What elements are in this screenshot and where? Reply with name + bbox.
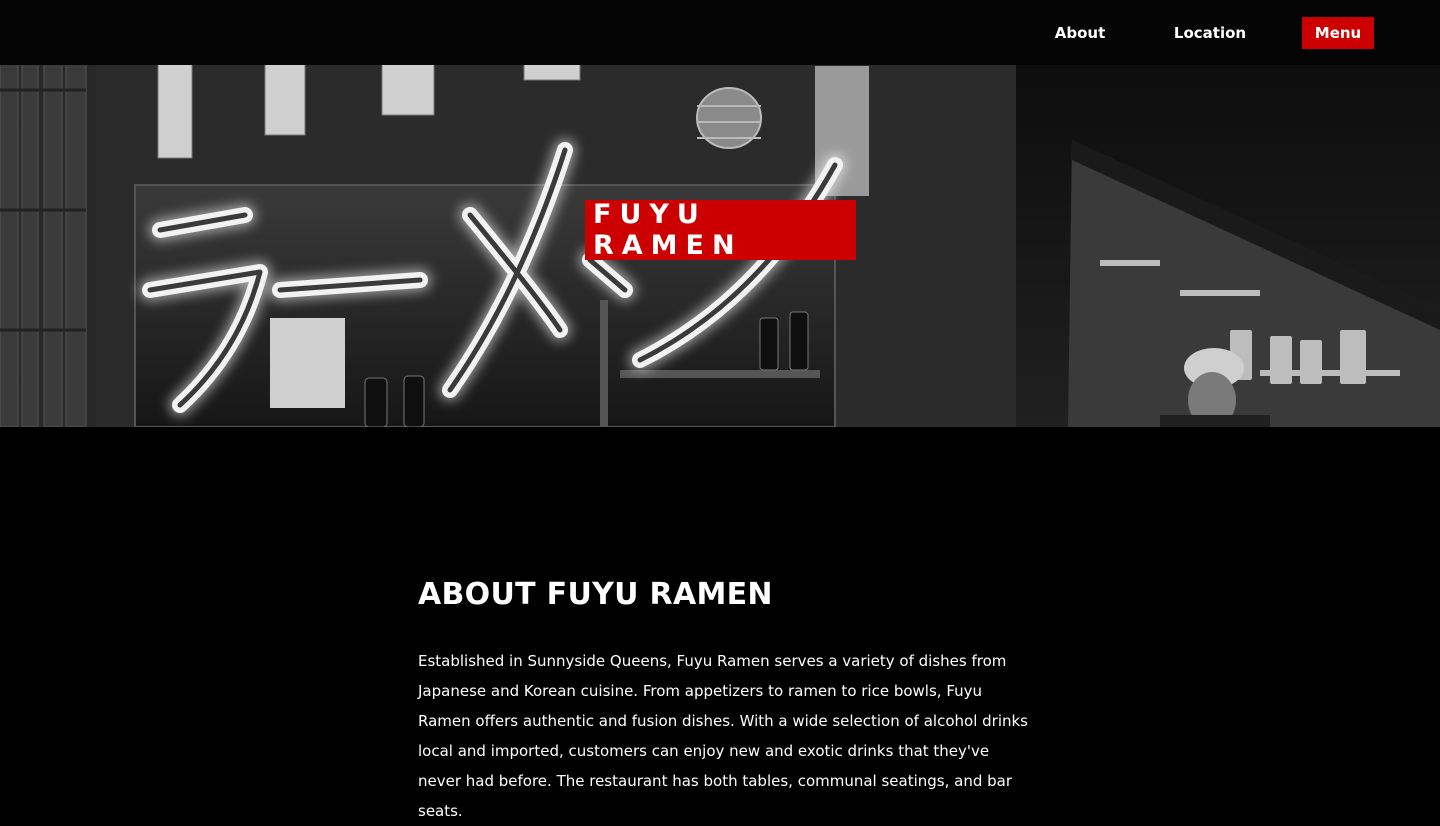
nav-link-location[interactable]: Location — [1166, 17, 1254, 49]
top-navbar: About Location Menu — [0, 0, 1440, 65]
about-section: ABOUT FUYU RAMEN Established in Sunnysid… — [418, 575, 1028, 826]
brand-title-box: FUYU RAMEN — [585, 199, 856, 261]
nav-link-menu[interactable]: Menu — [1302, 17, 1374, 49]
nav-link-about[interactable]: About — [1040, 17, 1120, 49]
brand-title: FUYU RAMEN — [593, 199, 743, 261]
about-body: Established in Sunnyside Queens, Fuyu Ra… — [418, 652, 1028, 820]
about-heading: ABOUT FUYU RAMEN — [418, 577, 773, 612]
